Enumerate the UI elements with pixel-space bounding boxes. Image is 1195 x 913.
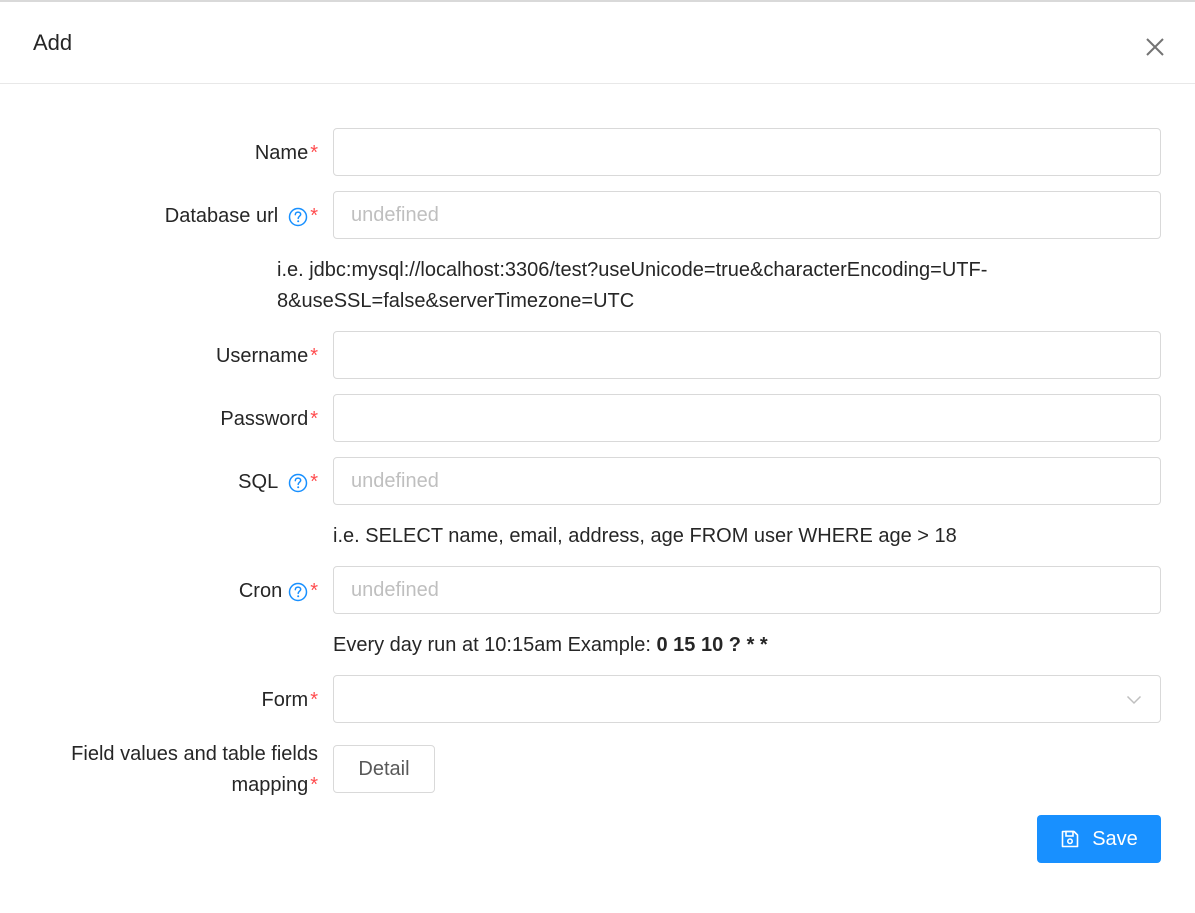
required-mark: * bbox=[310, 142, 318, 164]
cron-hint: Every day run at 10:15am Example: 0 15 1… bbox=[333, 630, 768, 661]
password-input[interactable] bbox=[333, 394, 1161, 442]
close-button[interactable] bbox=[1140, 32, 1170, 62]
database-url-label: Database url * bbox=[165, 201, 318, 232]
database-url-hint: i.e. jdbc:mysql://localhost:3306/test?us… bbox=[277, 255, 987, 317]
password-label: Password * bbox=[220, 404, 318, 435]
required-mark: * bbox=[310, 471, 318, 493]
question-circle-icon[interactable] bbox=[288, 207, 308, 227]
required-mark: * bbox=[310, 774, 318, 796]
cron-hint-suffix: * * bbox=[741, 634, 768, 656]
save-icon bbox=[1061, 830, 1079, 848]
sql-hint: i.e. SELECT name, email, address, age FR… bbox=[333, 525, 957, 547]
dialog-header: Add bbox=[0, 2, 1195, 84]
required-mark: * bbox=[310, 408, 318, 430]
question-circle-icon[interactable] bbox=[288, 473, 308, 493]
name-input[interactable] bbox=[333, 128, 1161, 176]
cron-hint-prefix: Every day run at 10:15am Example: bbox=[333, 634, 657, 656]
close-icon bbox=[1146, 38, 1164, 56]
mapping-label: Field values and table fields mapping * bbox=[71, 739, 318, 801]
form-label: Form * bbox=[262, 685, 318, 716]
cron-input[interactable] bbox=[333, 566, 1161, 614]
form-select[interactable] bbox=[333, 675, 1161, 723]
sql-label-text: SQL bbox=[238, 471, 279, 493]
required-mark: * bbox=[310, 345, 318, 367]
database-url-input[interactable] bbox=[333, 191, 1161, 239]
password-label-text: Password bbox=[220, 408, 309, 430]
database-url-hint-line2: 8&useSSL=false&serverTimezone=UTC bbox=[277, 290, 635, 312]
cron-label: Cron * bbox=[239, 576, 318, 607]
database-url-label-text: Database url bbox=[164, 205, 279, 227]
name-label: Name * bbox=[255, 138, 318, 169]
detail-button[interactable]: Detail bbox=[333, 745, 435, 793]
name-label-text: Name bbox=[254, 142, 309, 164]
question-circle-icon[interactable] bbox=[288, 582, 308, 602]
save-button-label: Save bbox=[1092, 827, 1138, 850]
database-url-hint-line1: i.e. jdbc:mysql://localhost:3306/test?us… bbox=[277, 259, 988, 281]
username-label: Username * bbox=[216, 341, 318, 372]
mapping-label-line2-wrap: mapping * bbox=[231, 770, 318, 801]
cron-label-text: Cron bbox=[238, 580, 283, 602]
mapping-label-line1: Field values and table fields bbox=[71, 743, 318, 765]
cron-hint-example: 0 15 10 ? bbox=[656, 634, 742, 656]
required-mark: * bbox=[310, 689, 318, 711]
sql-input[interactable] bbox=[333, 457, 1161, 505]
mapping-label-line2: mapping bbox=[231, 774, 309, 796]
username-label-text: Username bbox=[215, 345, 309, 367]
dialog-title: Add bbox=[33, 30, 73, 55]
sql-label: SQL * bbox=[238, 467, 318, 498]
required-mark: * bbox=[310, 205, 318, 227]
username-input[interactable] bbox=[333, 331, 1161, 379]
chevron-down-icon bbox=[1126, 691, 1142, 714]
form-label-text: Form bbox=[261, 689, 309, 711]
save-button[interactable]: Save bbox=[1037, 815, 1161, 863]
required-mark: * bbox=[310, 580, 318, 602]
